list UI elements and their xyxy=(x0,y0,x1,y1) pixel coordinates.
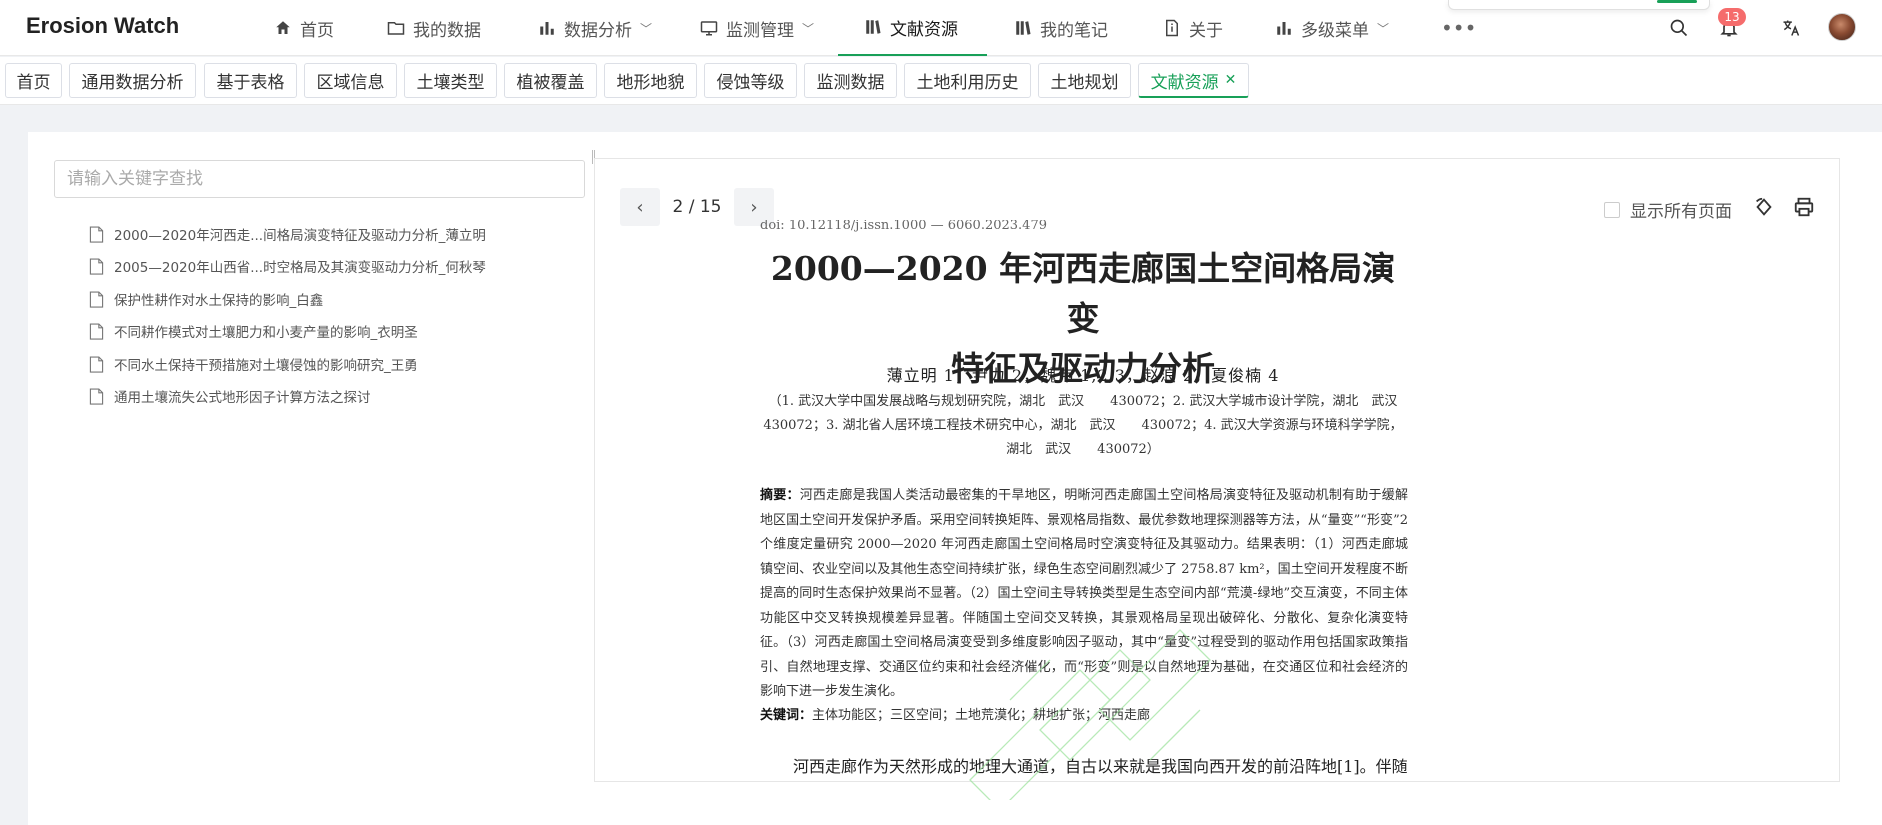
language-button[interactable] xyxy=(1778,0,1804,56)
rotate-icon[interactable] xyxy=(1753,196,1775,218)
file-name: 不同水土保持干预措施对土壤侵蚀的影响研究_王勇 xyxy=(114,358,418,374)
document-icon xyxy=(89,387,104,405)
watermark-logo xyxy=(969,629,1211,800)
translate-icon xyxy=(1783,20,1800,36)
document-icon xyxy=(89,225,104,243)
file-item[interactable]: 不同水土保持干预措施对土壤侵蚀的影响研究_王勇 xyxy=(89,353,418,375)
tab-table-based[interactable]: 基于表格 xyxy=(204,63,297,98)
tab-literature[interactable]: 文献资源 ✕ xyxy=(1138,63,1249,98)
document-icon xyxy=(89,355,104,373)
file-name: 不同耕作模式对土壤肥力和小麦产量的影响_衣明圣 xyxy=(114,325,418,341)
nav-about[interactable]: 关于 xyxy=(1163,0,1223,56)
tab-label: 通用数据分析 xyxy=(81,73,184,93)
tab-terrain[interactable]: 地形地貌 xyxy=(604,63,697,98)
file-name: 2000—2020年河西走...间格局演变特征及驱动力分析_薄立明 xyxy=(114,228,486,244)
print-icon[interactable] xyxy=(1793,196,1815,218)
file-item[interactable]: 通用土壤流失公式地形因子计算方法之探讨 xyxy=(89,385,371,407)
tab-label: 土地利用历史 xyxy=(916,73,1019,93)
file-item[interactable]: 2005—2020年山西省...时空格局及其演变驱动力分析_何秋琴 xyxy=(89,255,486,277)
top-header: Erosion Watch 首页 我的数据 数据分析 ﹀ 监测管理 ﹀ 文献资源… xyxy=(0,0,1882,56)
tab-label: 地形地貌 xyxy=(616,73,685,93)
show-all-label: 显示所有页面 xyxy=(1630,202,1732,222)
nav-label: 数据分析 xyxy=(564,20,632,41)
bar-chart-icon xyxy=(1277,22,1291,35)
nav-multilevel-menu[interactable]: 多级菜单 ﹀ xyxy=(1275,0,1389,56)
chevron-down-icon: ﹀ xyxy=(1377,21,1390,36)
library-icon xyxy=(866,20,881,34)
nav-literature[interactable]: 文献资源 xyxy=(838,0,987,56)
page-indicator: 2 / 15 xyxy=(672,197,722,217)
abstract-label: 摘要： xyxy=(760,488,800,503)
document-icon xyxy=(89,290,104,308)
file-item[interactable]: 2000—2020年河西走...间格局演变特征及驱动力分析_薄立明 xyxy=(89,223,486,245)
tab-land-planning[interactable]: 土地规划 xyxy=(1038,63,1131,98)
nav-my-data[interactable]: 我的数据 xyxy=(387,0,481,56)
tab-general-analysis[interactable]: 通用数据分析 xyxy=(69,63,196,98)
nav-home[interactable]: 首页 xyxy=(274,0,334,56)
page-navigator: ‹ 2 / 15 › xyxy=(620,188,774,226)
tab-soil-type[interactable]: 土壤类型 xyxy=(404,63,497,98)
notebook-icon xyxy=(1016,21,1031,35)
chevron-right-icon: › xyxy=(750,196,758,218)
file-name: 通用土壤流失公式地形因子计算方法之探讨 xyxy=(114,390,371,406)
nav-label: 首页 xyxy=(300,20,334,41)
tab-label: 土地规划 xyxy=(1050,73,1119,93)
nav-label: 文献资源 xyxy=(890,19,958,40)
folder-icon xyxy=(387,22,405,35)
show-all-pages-toggle[interactable]: 显示所有页面 xyxy=(1604,197,1732,222)
notification-badge: 13 xyxy=(1718,8,1746,26)
doc-authors: 薄立明 1，尹力 2，魏伟 1,2,3，赵浪 2，夏俊楠 4 xyxy=(886,366,1280,385)
search-icon xyxy=(1670,19,1688,37)
nav-label: 多级菜单 xyxy=(1301,20,1369,41)
close-icon[interactable]: ✕ xyxy=(1225,72,1237,88)
bar-chart-icon xyxy=(540,22,554,35)
nav-label: 关于 xyxy=(1189,20,1223,41)
file-name: 保护性耕作对水土保持的影响_白鑫 xyxy=(114,293,324,309)
tab-label: 首页 xyxy=(16,73,51,93)
doc-title-line: 2000—2020 年河西走廊国土空间格局演变 xyxy=(770,249,1396,338)
tab-home[interactable]: 首页 xyxy=(5,63,62,98)
file-name: 2005—2020年山西省...时空格局及其演变驱动力分析_何秋琴 xyxy=(114,260,486,276)
file-item[interactable]: 保护性耕作对水土保持的影响_白鑫 xyxy=(89,288,323,310)
home-icon xyxy=(276,21,290,34)
monitor-icon xyxy=(700,21,718,36)
file-item[interactable]: 不同耕作模式对土壤肥力和小麦产量的影响_衣明圣 xyxy=(89,320,418,342)
document-icon xyxy=(89,257,104,275)
tab-label: 区域信息 xyxy=(316,73,385,93)
tab-label: 基于表格 xyxy=(216,73,285,93)
chevron-down-icon: ﹀ xyxy=(640,21,653,36)
tab-label: 监测数据 xyxy=(816,73,885,93)
more-icon: ••• xyxy=(1441,16,1477,40)
nav-monitoring[interactable]: 监测管理 ﹀ xyxy=(700,0,814,56)
tab-erosion-level[interactable]: 侵蚀等级 xyxy=(704,63,797,98)
chevron-left-icon: ‹ xyxy=(636,196,644,218)
document-icon xyxy=(89,322,104,340)
keywords-label: 关键词： xyxy=(760,708,813,723)
nav-label: 我的笔记 xyxy=(1040,20,1108,41)
nav-label: 我的数据 xyxy=(413,20,481,41)
tab-monitoring-data[interactable]: 监测数据 xyxy=(804,63,897,98)
nav-data-analysis[interactable]: 数据分析 ﹀ xyxy=(538,0,652,56)
checkbox[interactable] xyxy=(1604,201,1620,218)
nav-label: 监测管理 xyxy=(726,20,794,41)
search-input[interactable] xyxy=(54,160,585,198)
tab-label: 植被覆盖 xyxy=(516,73,585,93)
chevron-down-icon: ﹀ xyxy=(802,21,815,36)
tabs-bar: 首页 通用数据分析 基于表格 区域信息 土壤类型 植被覆盖 地形地貌 侵蚀等级 … xyxy=(0,57,1882,105)
brand-logo[interactable]: Erosion Watch xyxy=(26,13,179,39)
search-button[interactable] xyxy=(1666,0,1692,56)
tab-label: 侵蚀等级 xyxy=(716,73,785,93)
tab-label: 土壤类型 xyxy=(416,73,485,93)
nav-my-notes[interactable]: 我的笔记 xyxy=(1014,0,1108,56)
tab-vegetation[interactable]: 植被覆盖 xyxy=(504,63,597,98)
tab-region-info[interactable]: 区域信息 xyxy=(304,63,397,98)
doc-affiliation: （1. 武汉大学中国发展战略与规划研究院，湖北 武汉 430072；2. 武汉大… xyxy=(763,394,1423,457)
avatar[interactable] xyxy=(1828,13,1856,41)
tab-land-use-history[interactable]: 土地利用历史 xyxy=(904,63,1031,98)
doc-doi: doi: 10.12118/j.issn.1000 — 6060.2023.47… xyxy=(760,220,1047,232)
prev-page-button[interactable]: ‹ xyxy=(620,188,660,226)
info-icon xyxy=(1166,19,1178,37)
tab-label: 文献资源 xyxy=(1150,72,1219,93)
